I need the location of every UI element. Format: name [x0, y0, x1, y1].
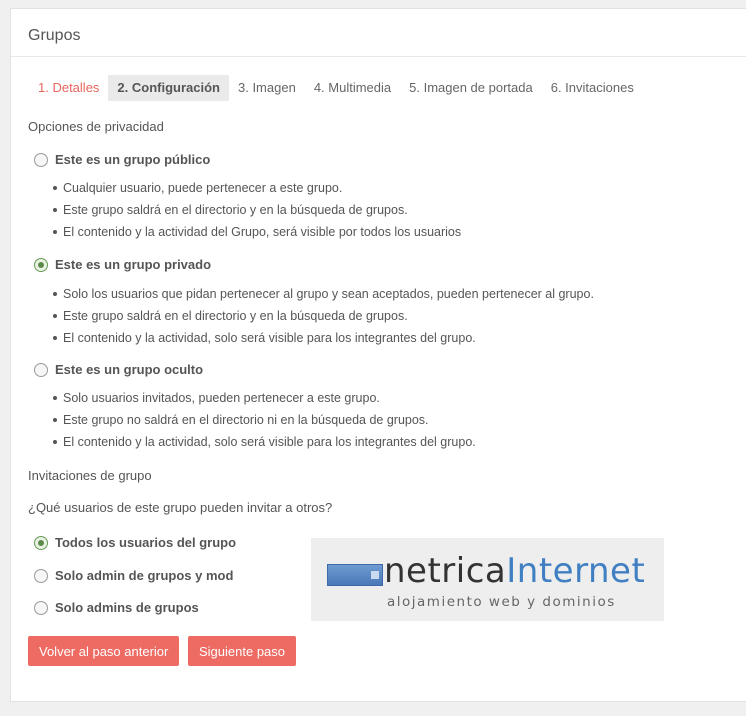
- invite-admin-mod-radio[interactable]: [34, 568, 48, 583]
- invite-all-label: Todos los usuarios del grupo: [55, 535, 237, 550]
- private-label: Este es un grupo privado: [55, 257, 212, 272]
- public-radio[interactable]: [34, 152, 48, 167]
- list-item: El contenido y la actividad del Grupo, s…: [53, 221, 461, 243]
- logo-wordmark: netricaInternet: [384, 551, 646, 591]
- tab-configuration[interactable]: 2. Configuración: [108, 75, 229, 101]
- tab-details[interactable]: 1. Detalles: [29, 75, 108, 101]
- tab-cover-image[interactable]: 5. Imagen de portada: [400, 75, 542, 101]
- step-tabs: 1. Detalles 2. Configuración 3. Imagen 4…: [29, 75, 643, 101]
- tab-invitations[interactable]: 6. Invitaciones: [542, 75, 643, 101]
- invite-admins-radio[interactable]: [34, 600, 48, 615]
- panel-title: Grupos: [28, 27, 81, 44]
- list-item: Solo los usuarios que pidan pertenecer a…: [53, 283, 594, 305]
- list-item: El contenido y la actividad, solo será v…: [53, 431, 476, 453]
- public-bullets: Cualquier usuario, puede pertenecer a es…: [53, 177, 461, 243]
- logo-mark-icon: [327, 564, 383, 586]
- private-radio[interactable]: [34, 257, 48, 272]
- private-bullets: Solo los usuarios que pidan pertenecer a…: [53, 283, 594, 349]
- public-label: Este es un grupo público: [55, 152, 211, 167]
- tab-image[interactable]: 3. Imagen: [229, 75, 305, 101]
- tab-multimedia[interactable]: 4. Multimedia: [305, 75, 400, 101]
- hidden-radio[interactable]: [34, 362, 48, 377]
- netrica-internet-logo: netricaInternet alojamiento web y domini…: [311, 538, 664, 621]
- privacy-option-private[interactable]: Este es un grupo privado: [34, 257, 211, 272]
- list-item: Solo usuarios invitados, pueden pertenec…: [53, 387, 476, 409]
- invite-all-radio[interactable]: [34, 535, 48, 550]
- privacy-option-hidden[interactable]: Este es un grupo oculto: [34, 362, 203, 377]
- list-item: Este grupo saldrá en el directorio y en …: [53, 305, 594, 327]
- privacy-heading: Opciones de privacidad: [28, 119, 164, 134]
- hidden-bullets: Solo usuarios invitados, pueden pertenec…: [53, 387, 476, 453]
- logo-tagline: alojamiento web y dominios: [387, 594, 616, 610]
- divider: [11, 56, 746, 57]
- invite-admins-label: Solo admins de grupos: [55, 600, 199, 615]
- invite-option-admins[interactable]: Solo admins de grupos: [34, 600, 199, 615]
- back-button[interactable]: Volver al paso anterior: [28, 636, 180, 666]
- list-item: El contenido y la actividad, solo será v…: [53, 327, 594, 349]
- invite-option-all[interactable]: Todos los usuarios del grupo: [34, 535, 236, 550]
- list-item: Cualquier usuario, puede pertenecer a es…: [53, 177, 461, 199]
- invitations-heading: Invitaciones de grupo: [28, 468, 152, 483]
- list-item: Este grupo no saldrá en el directorio ni…: [53, 409, 476, 431]
- list-item: Este grupo saldrá en el directorio y en …: [53, 199, 461, 221]
- invite-admin-mod-label: Solo admin de grupos y mod: [55, 568, 234, 583]
- hidden-label: Este es un grupo oculto: [55, 362, 204, 377]
- invite-option-admin-mod[interactable]: Solo admin de grupos y mod: [34, 568, 233, 583]
- next-button[interactable]: Siguiente paso: [188, 636, 297, 666]
- privacy-option-public[interactable]: Este es un grupo público: [34, 152, 210, 167]
- group-settings-panel: Grupos 1. Detalles 2. Configuración 3. I…: [10, 8, 746, 702]
- invitations-question: ¿Qué usuarios de este grupo pueden invit…: [28, 500, 333, 515]
